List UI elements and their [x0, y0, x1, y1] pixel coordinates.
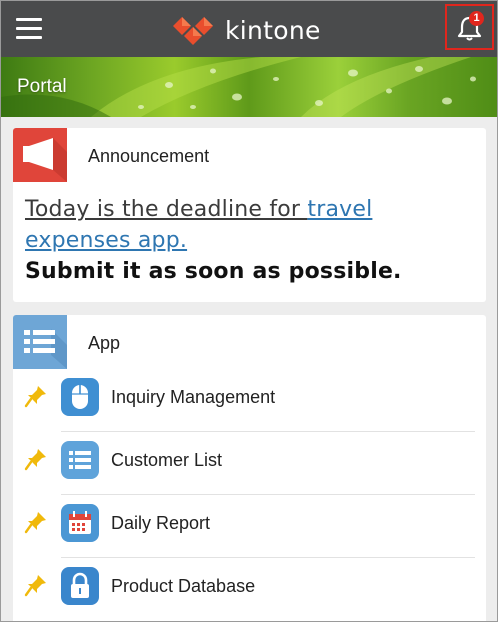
travel-expenses-link[interactable]: travel — [307, 197, 372, 222]
mouse-icon — [61, 378, 99, 416]
list-icon — [13, 315, 67, 369]
top-bar: kintone 1 — [1, 1, 497, 57]
list-icon — [61, 441, 99, 479]
announcement-title: Announcement — [88, 146, 210, 166]
app-section-title: App — [88, 333, 121, 353]
hamburger-menu-icon[interactable] — [16, 18, 42, 40]
portal-banner: Portal — [1, 57, 497, 117]
leaf-background-image — [1, 57, 476, 117]
lock-icon — [61, 567, 99, 605]
travel-expenses-link-continued[interactable]: expenses app. — [25, 228, 187, 253]
megaphone-icon — [13, 128, 67, 182]
logo-text: kintone — [225, 15, 321, 45]
page-title: Portal — [17, 76, 67, 97]
app-list-card: App Inquiry Management Customer List Dai… — [13, 315, 486, 621]
pin-icon[interactable] — [24, 510, 48, 534]
kintone-logo: kintone — [171, 13, 321, 47]
pin-icon[interactable] — [24, 447, 48, 471]
app-item-label: Daily Report — [111, 513, 211, 533]
announcement-message: Today is the deadline for travel expense… — [25, 194, 475, 287]
mobile-screen: kintone 1 Portal Announcement Today is t… — [0, 0, 498, 622]
app-item-inquiry-management[interactable]: Inquiry Management — [13, 368, 486, 431]
kintone-logo-mark — [173, 17, 213, 45]
pin-icon[interactable] — [24, 384, 48, 408]
app-item-customer-list[interactable]: Customer List — [13, 431, 486, 494]
pin-icon[interactable] — [24, 573, 48, 597]
calendar-icon — [61, 504, 99, 542]
announcement-instruction: Submit it as soon as possible. — [25, 259, 402, 284]
app-item-label: Inquiry Management — [111, 387, 276, 407]
app-item-label: Customer List — [111, 450, 223, 470]
notification-count-badge: 1 — [469, 11, 484, 26]
app-item-product-database[interactable]: Product Database — [13, 557, 486, 620]
bell-icon — [457, 16, 482, 41]
announcement-card: Announcement Today is the deadline for t… — [13, 128, 486, 302]
announcement-text: Today is the deadline for — [25, 197, 308, 222]
app-item-label: Product Database — [111, 576, 256, 596]
notification-button[interactable]: 1 — [445, 4, 494, 50]
app-item-daily-report[interactable]: Daily Report — [13, 494, 486, 557]
